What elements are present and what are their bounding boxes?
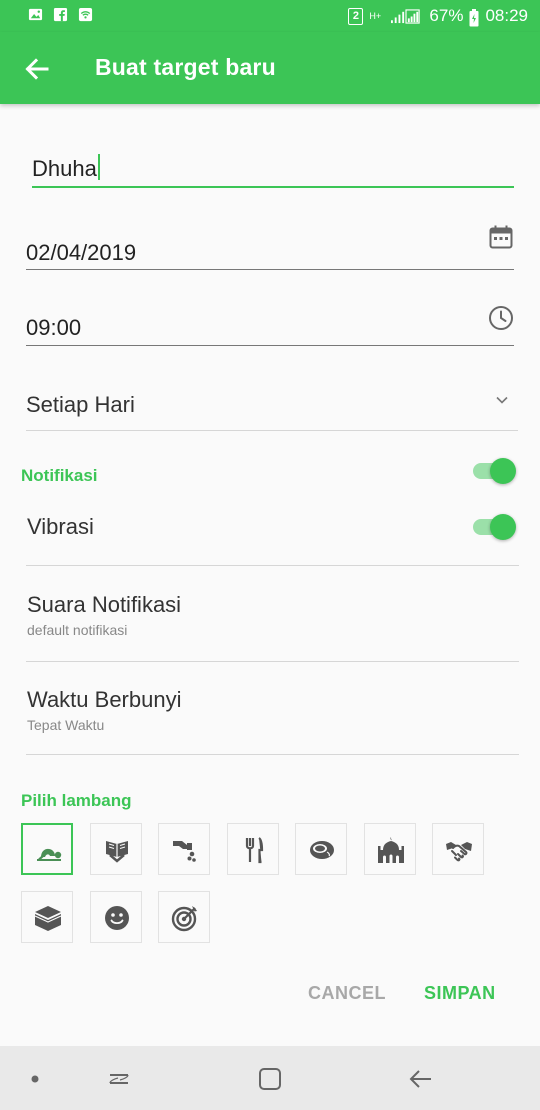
fork-knife-icon bbox=[245, 837, 264, 864]
notification-sound-setting[interactable]: Suara Notifikasi default notifikasi bbox=[0, 566, 540, 661]
kaaba-icon bbox=[34, 906, 62, 931]
arrow-left-icon bbox=[25, 58, 49, 80]
symbol-option-prayer[interactable] bbox=[21, 823, 73, 875]
divider bbox=[26, 754, 519, 755]
meat-icon bbox=[310, 841, 334, 859]
symbol-option-food[interactable] bbox=[227, 823, 279, 875]
back-button[interactable] bbox=[22, 54, 52, 84]
sim-badge: 2 bbox=[348, 7, 364, 25]
handshake-icon bbox=[446, 842, 472, 862]
switch-thumb bbox=[490, 458, 516, 484]
gallery-icon bbox=[28, 7, 43, 22]
back-nav-icon[interactable] bbox=[408, 1066, 434, 1092]
switch-thumb bbox=[490, 514, 516, 540]
symbol-option-smiley[interactable] bbox=[90, 891, 142, 943]
ring-time-setting[interactable]: Waktu Berbunyi Tepat Waktu bbox=[0, 662, 540, 754]
symbol-option-kaaba[interactable] bbox=[21, 891, 73, 943]
network-type: H+ bbox=[369, 10, 382, 21]
status-bar: 2 H+ 67% 08:29 bbox=[0, 0, 540, 32]
repeat-value: Setiap Hari bbox=[26, 392, 135, 417]
mosque-icon bbox=[378, 837, 404, 863]
battery-icon bbox=[469, 8, 479, 26]
facebook-icon bbox=[53, 7, 68, 22]
target-icon bbox=[171, 906, 197, 932]
system-navigation-bar bbox=[0, 1046, 540, 1110]
quran-icon bbox=[106, 841, 128, 863]
battery-percent: 67% bbox=[429, 6, 464, 25]
vibration-toggle[interactable] bbox=[473, 512, 517, 542]
smiley-icon bbox=[105, 906, 129, 930]
symbol-option-quran[interactable] bbox=[90, 823, 142, 875]
symbol-option-mosque[interactable] bbox=[364, 823, 416, 875]
notification-sound-label: Suara Notifikasi bbox=[27, 592, 182, 617]
recent-apps-icon[interactable] bbox=[106, 1066, 132, 1092]
home-icon[interactable] bbox=[257, 1066, 283, 1092]
notification-sound-value: default notifikasi bbox=[27, 622, 128, 638]
notification-section-label: Notifikasi bbox=[21, 466, 98, 485]
app-bar: Buat target baru bbox=[0, 32, 540, 104]
save-button[interactable]: SIMPAN bbox=[424, 983, 496, 1004]
target-name-value: Dhuha bbox=[32, 156, 97, 181]
target-name-input[interactable]: Dhuha bbox=[32, 150, 514, 188]
notification-toggle[interactable] bbox=[473, 456, 517, 486]
wifi-notification-icon bbox=[78, 7, 93, 22]
date-value: 02/04/2019 bbox=[26, 240, 137, 265]
vibration-label: Vibrasi bbox=[27, 514, 94, 539]
clock: 08:29 bbox=[485, 6, 528, 25]
charity-icon bbox=[173, 841, 196, 862]
time-value: 09:00 bbox=[26, 315, 82, 340]
dot-indicator-icon[interactable] bbox=[22, 1066, 48, 1092]
symbol-option-handshake[interactable] bbox=[432, 823, 484, 875]
page-title: Buat target baru bbox=[95, 54, 276, 80]
status-system: 2 H+ 67% 08:29 bbox=[348, 6, 528, 26]
symbol-option-target[interactable] bbox=[158, 891, 210, 943]
ring-time-value: Tepat Waktu bbox=[27, 717, 105, 733]
symbol-option-meat[interactable] bbox=[295, 823, 347, 875]
symbol-option-charity[interactable] bbox=[158, 823, 210, 875]
clock-icon[interactable] bbox=[488, 305, 514, 331]
calendar-icon[interactable] bbox=[488, 224, 514, 250]
chevron-down-icon bbox=[494, 392, 510, 408]
repeat-dropdown[interactable]: Setiap Hari bbox=[26, 380, 518, 431]
signal-icon bbox=[389, 8, 423, 24]
text-cursor bbox=[97, 154, 100, 180]
cancel-button[interactable]: CANCEL bbox=[308, 983, 386, 1004]
symbol-section-label: Pilih lambang bbox=[21, 791, 132, 810]
ring-time-label: Waktu Berbunyi bbox=[27, 687, 182, 712]
prayer-icon bbox=[37, 848, 62, 861]
status-notifications bbox=[28, 7, 93, 22]
date-field[interactable]: 02/04/2019 bbox=[26, 222, 514, 270]
time-field[interactable]: 09:00 bbox=[26, 300, 514, 346]
